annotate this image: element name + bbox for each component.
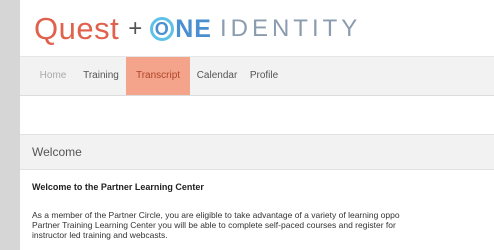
nav-training[interactable]: Training [78,57,124,95]
content-line: As a member of the Partner Circle, you a… [32,210,400,220]
content-title: Welcome to the Partner Learning Center [32,182,204,192]
logo-plus: + [128,15,143,42]
logo-identity: IDENTITY [219,15,362,42]
content-text: As a member of the Partner Circle, you a… [32,210,494,240]
welcome-heading: Welcome [32,145,82,159]
header: Quest + O NE IDENTITY [20,0,494,57]
logo-one: O NE [150,15,212,44]
logo-one-circle-icon: O [150,17,175,41]
logo-one-text: NE [175,14,212,43]
logo[interactable]: Quest + O NE IDENTITY [34,11,362,46]
nav-calendar[interactable]: Calendar [192,57,242,95]
main-nav: Home Training Transcript Calendar Profil… [20,57,494,96]
logo-quest: Quest [34,11,120,46]
welcome-bar: Welcome [20,134,494,170]
nav-home[interactable]: Home [30,57,76,95]
content-line: Partner Training Learning Center you wil… [32,220,396,230]
nav-transcript[interactable]: Transcript [126,57,190,95]
content-line: instructor led training and webcasts. [32,230,168,240]
page: Quest + O NE IDENTITY Home Training Tran… [20,0,494,250]
nav-profile[interactable]: Profile [244,57,284,95]
